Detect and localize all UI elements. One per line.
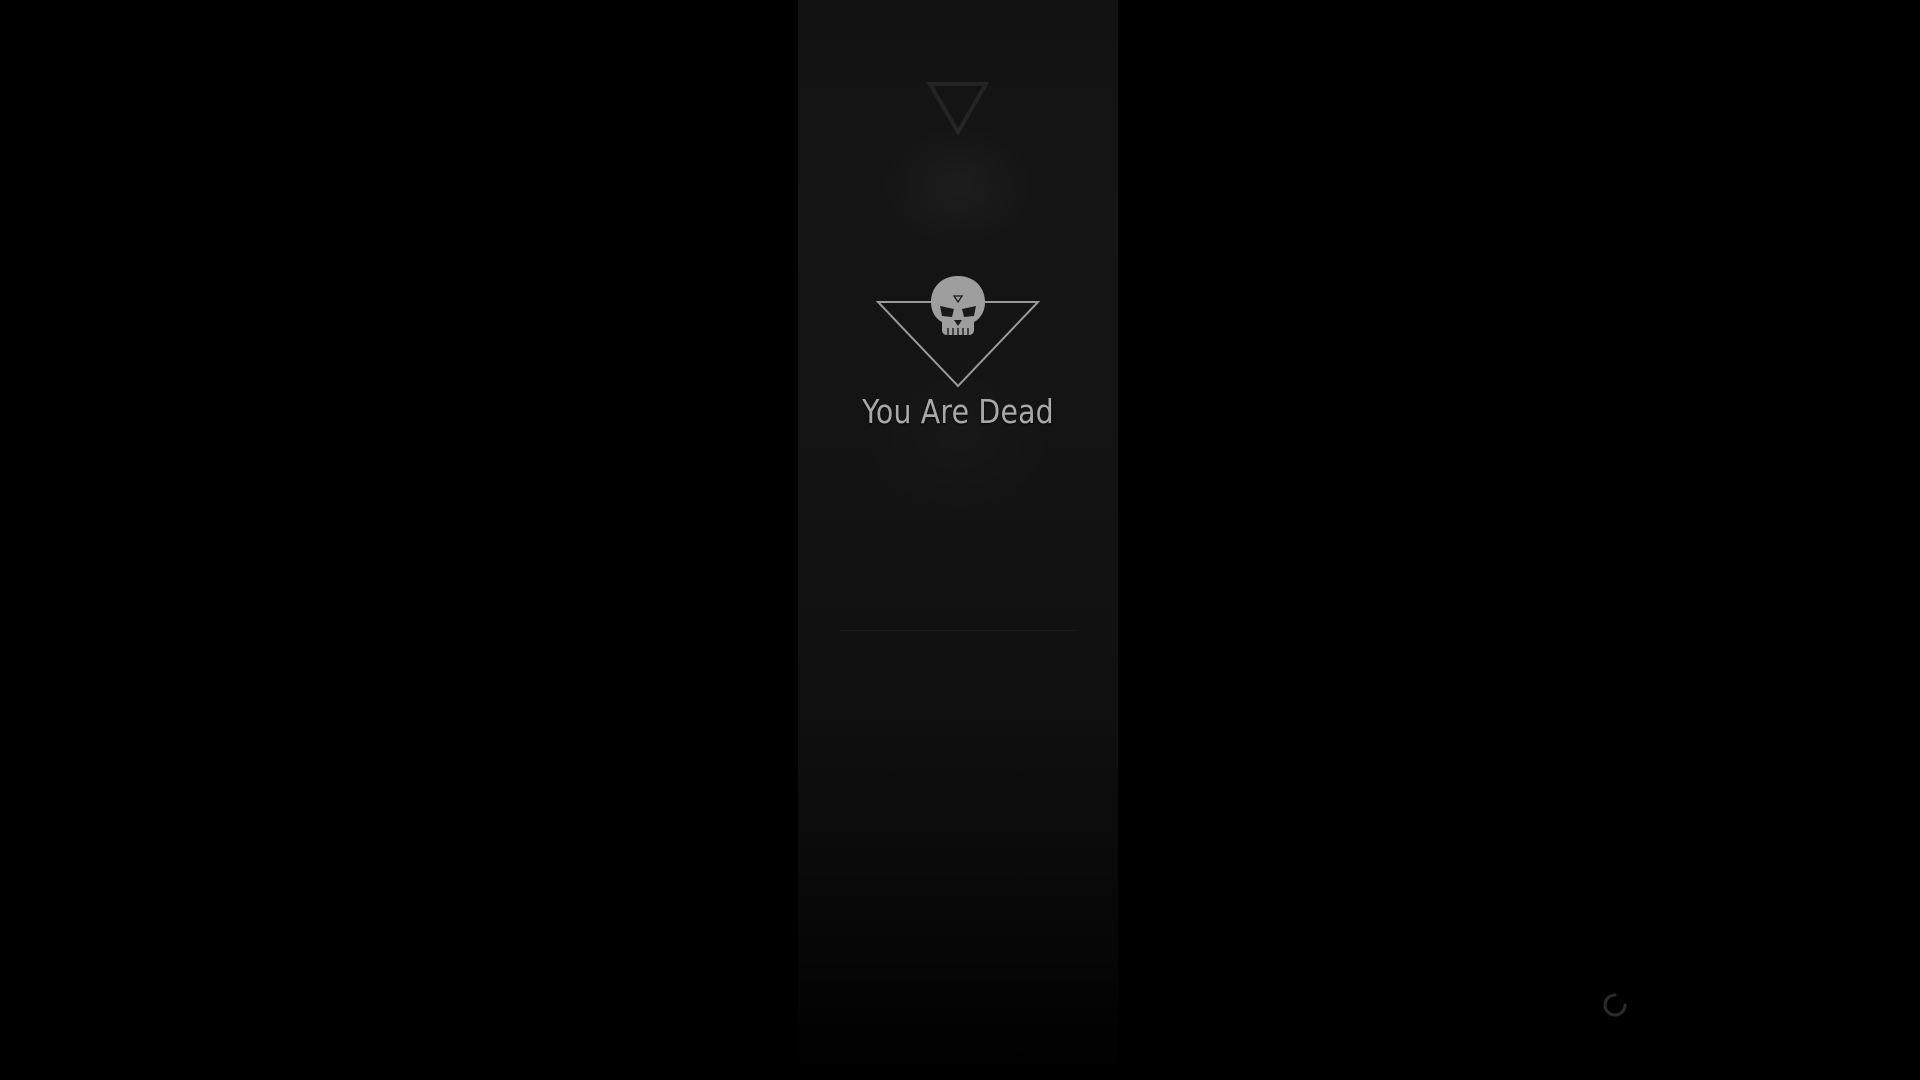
death-title: You Are Dead xyxy=(862,392,1054,431)
skull-triangle-icon xyxy=(875,276,1041,388)
loading-spinner-icon xyxy=(1603,993,1627,1017)
faded-divider xyxy=(840,630,1076,631)
death-message: You Are Dead xyxy=(798,264,1118,431)
death-screen: You Are Dead xyxy=(0,0,1920,1080)
center-panel xyxy=(798,0,1118,1080)
panel-texture xyxy=(798,0,1118,1080)
background-triangle-icon xyxy=(926,82,990,136)
